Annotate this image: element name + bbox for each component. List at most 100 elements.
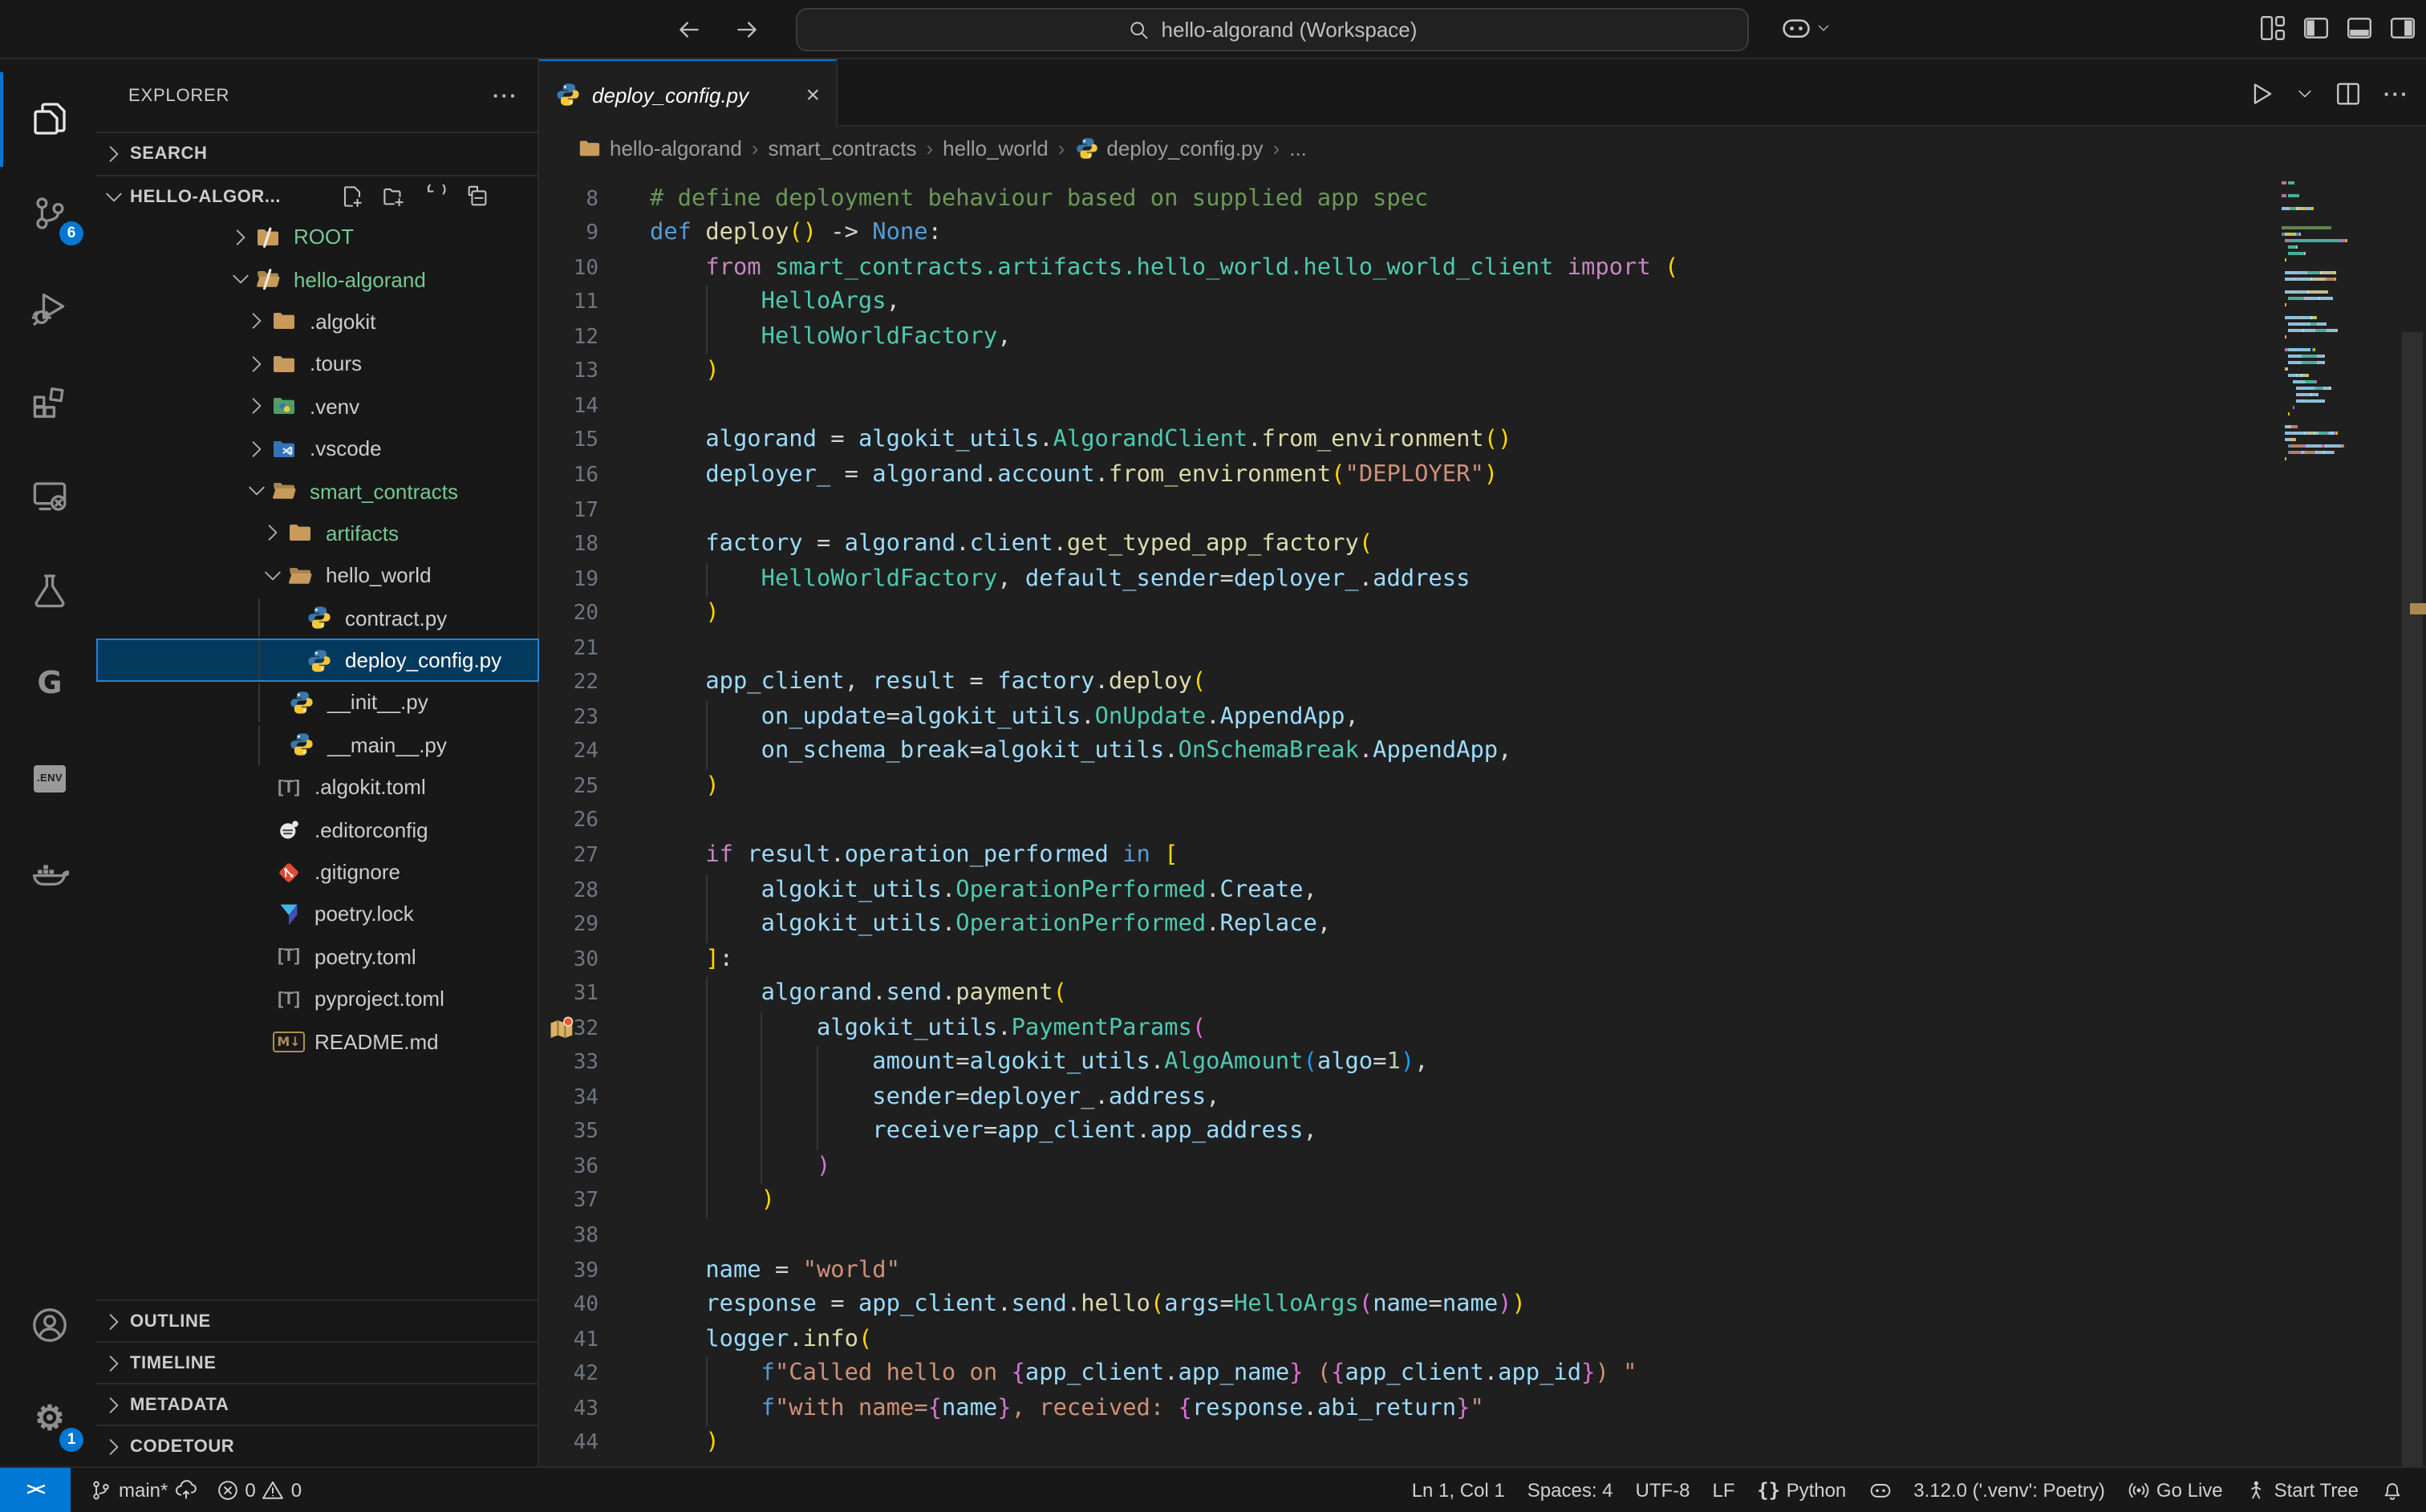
tree-item--vscode[interactable]: .vscode [96, 428, 539, 470]
tree-item-hello-algorand[interactable]: hello-algorand [96, 258, 539, 301]
activity-accounts[interactable] [0, 1278, 96, 1372]
activity-source-control[interactable]: 6 [0, 166, 96, 260]
new-file-icon[interactable] [340, 184, 364, 209]
more-actions-button[interactable]: ··· [2383, 79, 2410, 107]
tree-item-README-md[interactable]: M↓README.md [96, 1020, 539, 1063]
tree-item--algokit-toml[interactable]: [T].algokit.toml [96, 766, 539, 809]
tree-item--init-py[interactable]: __init__.py [96, 682, 539, 724]
tree-item-ROOT[interactable]: ROOT [96, 216, 539, 258]
code-line-44[interactable]: 44 ) [539, 1427, 2399, 1461]
tree-item-artifacts[interactable]: artifacts [96, 512, 539, 554]
tree-item-smart-contracts[interactable]: smart_contracts [96, 470, 539, 513]
code-line-28[interactable]: 28 algokit_utils.OperationPerformed.Crea… [539, 874, 2399, 908]
activity-testing[interactable] [0, 543, 96, 637]
tree-item-poetry-toml[interactable]: [T]poetry.toml [96, 935, 539, 978]
code-line-9[interactable]: 9def deploy() -> None: [539, 217, 2399, 251]
problems-status[interactable]: 00 [216, 1479, 302, 1502]
back-icon[interactable] [675, 16, 703, 43]
remote-indicator[interactable]: >< [0, 1468, 71, 1512]
go-live[interactable]: Go Live [2128, 1479, 2223, 1502]
activity-explorer[interactable] [0, 72, 96, 166]
tree-item--main-py[interactable]: __main__.py [96, 724, 539, 766]
start-tree[interactable]: Start Tree [2245, 1479, 2359, 1502]
branch-status[interactable]: main* [90, 1479, 197, 1502]
tree-item-pyproject-toml[interactable]: [T]pyproject.toml [96, 978, 539, 1020]
command-center[interactable]: hello-algorand (Workspace) [796, 8, 1749, 51]
code-line-15[interactable]: 15 algorand = algokit_utils.AlgorandClie… [539, 424, 2399, 459]
codetour-marker-icon[interactable] [549, 1015, 576, 1042]
split-editor-button[interactable] [2335, 79, 2362, 107]
activity-settings[interactable]: ⚙1 [0, 1372, 96, 1466]
code-line-8[interactable]: 8# define deployment behaviour based on … [539, 182, 2399, 217]
pane-codetour[interactable]: CODETOUR [96, 1425, 539, 1466]
customize-layout-icon[interactable] [2259, 14, 2286, 42]
breadcrumb-item[interactable]: smart_contracts [769, 136, 917, 160]
code-line-25[interactable]: 25 ) [539, 770, 2399, 805]
python-interpreter[interactable]: 3.12.0 ('.venv': Poetry) [1913, 1479, 2105, 1502]
project-pane-header[interactable]: HELLO-ALGOR... [96, 174, 538, 217]
refresh-icon[interactable] [424, 184, 448, 209]
activity-g-extension[interactable]: G [0, 637, 96, 731]
pane-metadata[interactable]: METADATA [96, 1383, 539, 1425]
code-line-43[interactable]: 43 f"with name={name}, received: {respon… [539, 1392, 2399, 1426]
code-line-35[interactable]: 35 receiver=app_client.app_address, [539, 1116, 2399, 1150]
pane-timeline[interactable]: TIMELINE [96, 1341, 539, 1383]
breadcrumb-item[interactable]: hello_world [943, 136, 1049, 160]
tree-item-poetry-lock[interactable]: poetry.lock [96, 894, 539, 936]
copilot-menu[interactable] [1781, 13, 1831, 43]
search-pane-header[interactable]: SEARCH [96, 132, 538, 174]
tree-item--tours[interactable]: .tours [96, 343, 539, 385]
language-mode[interactable]: {}Python [1758, 1479, 1847, 1502]
tree-item-contract-py[interactable]: contract.py [96, 597, 539, 639]
tree-item--algokit[interactable]: .algokit [96, 301, 539, 343]
forward-icon[interactable] [733, 16, 761, 43]
code-line-23[interactable]: 23 on_update=algokit_utils.OnUpdate.Appe… [539, 701, 2399, 736]
notifications[interactable] [2381, 1479, 2404, 1502]
editor-scrollbar[interactable] [2399, 170, 2426, 1466]
pane-outline[interactable]: OUTLINE [96, 1299, 539, 1341]
collapse-all-icon[interactable] [465, 184, 489, 209]
code-line-37[interactable]: 37 ) [539, 1185, 2399, 1219]
code-line-14[interactable]: 14 [539, 390, 2399, 424]
code-line-36[interactable]: 36 ) [539, 1150, 2399, 1185]
minimap[interactable] [2282, 180, 2387, 481]
code-line-42[interactable]: 42 f"Called hello on {app_client.app_nam… [539, 1357, 2399, 1392]
tree-item-deploy-config-py[interactable]: deploy_config.py [96, 639, 539, 682]
code-line-22[interactable]: 22 app_client, result = factory.deploy( [539, 667, 2399, 701]
run-button[interactable] [2248, 79, 2275, 107]
toggle-primary-sidebar-icon[interactable] [2302, 14, 2330, 42]
code-line-16[interactable]: 16 deployer_ = algorand.account.from_env… [539, 459, 2399, 493]
eol[interactable]: LF [1713, 1479, 1735, 1502]
activity-remote-explorer[interactable] [0, 449, 96, 543]
toggle-panel-icon[interactable] [2346, 14, 2373, 42]
code-line-29[interactable]: 29 algokit_utils.OperationPerformed.Repl… [539, 908, 2399, 942]
tree-item--editorconfig[interactable]: .editorconfig [96, 809, 539, 851]
code-line-11[interactable]: 11 HelloArgs, [539, 286, 2399, 320]
activity-run-debug[interactable] [0, 261, 96, 355]
breadcrumb-item[interactable]: hello-algorand [578, 136, 742, 160]
breadcrumb-item[interactable]: ... [1289, 136, 1307, 160]
tree-item-hello-world[interactable]: hello_world [96, 554, 539, 597]
code-line-26[interactable]: 26 [539, 805, 2399, 839]
code-line-40[interactable]: 40 response = app_client.send.hello(args… [539, 1288, 2399, 1323]
tree-item--venv[interactable]: .venv [96, 385, 539, 428]
more-actions-icon[interactable]: ··· [493, 83, 518, 108]
code-line-34[interactable]: 34 sender=deployer_.address, [539, 1081, 2399, 1116]
code-line-21[interactable]: 21 [539, 631, 2399, 666]
activity-extensions[interactable] [0, 355, 96, 448]
code-line-33[interactable]: 33 amount=algokit_utils.AlgoAmount(algo=… [539, 1047, 2399, 1081]
code-line-41[interactable]: 41 logger.info( [539, 1323, 2399, 1357]
copilot-status[interactable] [1868, 1479, 1891, 1502]
code-line-13[interactable]: 13 ) [539, 355, 2399, 390]
code-line-32[interactable]: 32 algokit_utils.PaymentParams( [539, 1011, 2399, 1046]
code-editor[interactable]: 8# define deployment behaviour based on … [539, 170, 2399, 1466]
activity-docker[interactable] [0, 825, 96, 919]
breadcrumb-item[interactable]: deploy_config.py [1074, 136, 1263, 160]
code-line-24[interactable]: 24 on_schema_break=algokit_utils.OnSchem… [539, 736, 2399, 770]
toggle-secondary-sidebar-icon[interactable] [2389, 14, 2416, 42]
code-line-10[interactable]: 10 from smart_contracts.artifacts.hello_… [539, 251, 2399, 286]
activity-dotenv[interactable]: .ENV [0, 732, 96, 825]
run-dropdown[interactable] [2296, 84, 2314, 102]
code-line-31[interactable]: 31 algorand.send.payment( [539, 977, 2399, 1011]
code-line-19[interactable]: 19 HelloWorldFactory, default_sender=dep… [539, 562, 2399, 597]
